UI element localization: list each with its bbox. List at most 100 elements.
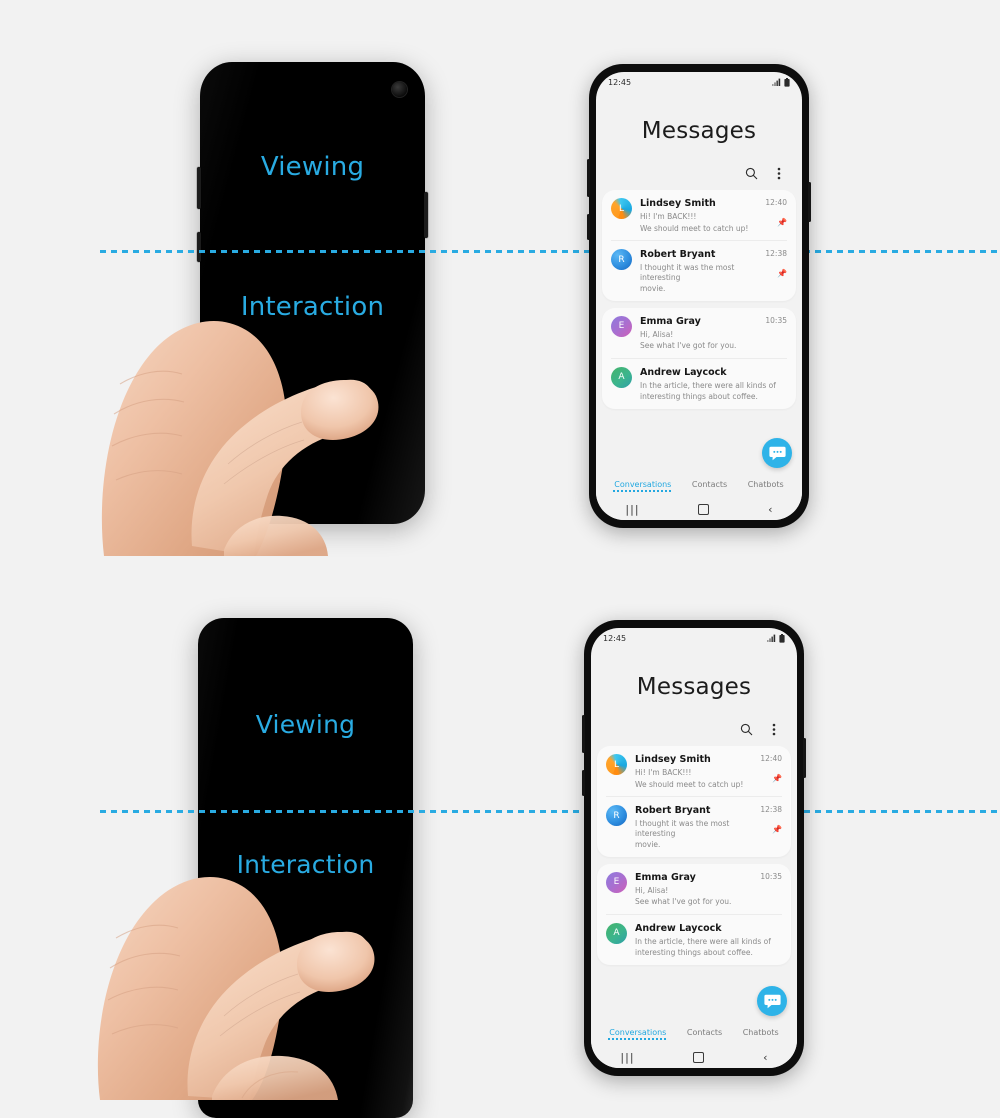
messages-phone-bottom: 12:45 Messages L Lindsey Smith Hi! I'm B… <box>582 620 806 1076</box>
list-item[interactable]: L Lindsey Smith Hi! I'm BACK!!! We shoul… <box>611 190 787 240</box>
list-item[interactable]: R Robert Bryant I thought it was the mos… <box>606 796 782 857</box>
pin-icon: 📌 <box>772 774 782 783</box>
device-power-button-bottom[interactable] <box>803 738 806 778</box>
message-preview-line1: In the article, there were all kinds of <box>635 936 771 946</box>
conversation-list[interactable]: L Lindsey Smith Hi! I'm BACK!!! We shoul… <box>591 746 797 1021</box>
status-icons <box>767 633 785 643</box>
home-button[interactable] <box>698 503 710 515</box>
back-button[interactable]: ‹ <box>768 503 772 516</box>
list-item[interactable]: R Robert Bryant I thought it was the mos… <box>611 240 787 301</box>
message-preview-line1: Hi! I'm BACK!!! <box>635 768 692 777</box>
power-button[interactable] <box>424 192 428 238</box>
list-item[interactable]: L Lindsey Smith Hi! I'm BACK!!! We shoul… <box>606 746 782 796</box>
new-message-icon[interactable] <box>762 438 792 468</box>
more-options-icon[interactable] <box>772 166 786 180</box>
conversation-group: L Lindsey Smith Hi! I'm BACK!!! We shoul… <box>597 746 791 857</box>
title-actions <box>596 144 802 190</box>
message-time: 10:35 <box>760 871 782 881</box>
status-time: 12:45 <box>603 633 627 643</box>
message-time: 12:38 <box>765 249 787 258</box>
list-item[interactable]: A Andrew Laycock In the article, there w… <box>606 913 782 965</box>
new-message-icon[interactable] <box>757 986 787 1016</box>
message-preview-line2: interesting things about coffee. <box>635 948 753 957</box>
bottom-tabs: Conversations Contacts Chatbots <box>591 1021 797 1046</box>
status-icons <box>772 77 790 87</box>
contact-name: Emma Gray <box>635 871 696 883</box>
pin-icon: 📌 <box>772 825 782 834</box>
system-nav-bar: ||| ‹ <box>596 498 802 520</box>
tab-conversations[interactable]: Conversations <box>608 1028 668 1040</box>
avatar: E <box>611 315 632 337</box>
contact-name: Andrew Laycock <box>635 922 722 934</box>
avatar: A <box>606 922 627 944</box>
device-volume-up-button-bottom[interactable] <box>582 715 585 753</box>
message-preview-line2: movie. <box>640 284 666 293</box>
tab-conversations[interactable]: Conversations <box>613 480 673 492</box>
contact-name: Robert Bryant <box>640 249 716 260</box>
message-preview-line2: See what I've got for you. <box>635 897 732 906</box>
contact-name: Lindsey Smith <box>640 198 716 209</box>
status-time: 12:45 <box>608 77 632 87</box>
signal-bars-icon <box>772 78 781 86</box>
device-power-button-top[interactable] <box>808 182 811 222</box>
title-actions <box>591 700 797 746</box>
messages-phone-top: 12:45 Messages L Lindsey Smith Hi! I'm B… <box>587 64 811 528</box>
message-time: 10:35 <box>765 315 787 325</box>
tab-contacts[interactable]: Contacts <box>692 480 727 492</box>
contact-name: Andrew Laycock <box>640 366 727 378</box>
message-preview-line2: We should meet to catch up! <box>635 779 744 789</box>
tab-contacts[interactable]: Contacts <box>687 1028 722 1040</box>
search-icon[interactable] <box>739 722 753 736</box>
message-preview-line1: I thought it was the most interesting <box>640 263 735 282</box>
home-button[interactable] <box>693 1051 705 1063</box>
tab-chatbots[interactable]: Chatbots <box>748 480 784 492</box>
conversation-group: L Lindsey Smith Hi! I'm BACK!!! We shoul… <box>602 190 796 301</box>
back-button[interactable]: ‹ <box>763 1051 767 1064</box>
list-item[interactable]: E Emma Gray Hi, Alisa! See what I've got… <box>606 864 782 914</box>
viewing-label-top: Viewing <box>260 152 365 182</box>
conversation-group: E Emma Gray Hi, Alisa! See what I've got… <box>597 863 791 965</box>
system-nav-bar: ||| ‹ <box>591 1046 797 1068</box>
recents-button[interactable]: ||| <box>620 1051 634 1064</box>
battery-icon <box>779 633 785 643</box>
message-preview-line1: Hi, Alisa! <box>640 329 674 339</box>
list-item[interactable]: E Emma Gray Hi, Alisa! See what I've got… <box>611 308 787 358</box>
status-bar: 12:45 <box>596 72 802 92</box>
device-volume-up-button-top[interactable] <box>587 159 590 197</box>
message-time: 12:40 <box>765 198 787 207</box>
interaction-label-top: Interaction <box>240 292 385 322</box>
left-phone-bottom: Viewing Interaction <box>198 618 413 1118</box>
avatar: E <box>606 871 627 893</box>
search-icon[interactable] <box>744 166 758 180</box>
device-volume-down-button-bottom[interactable] <box>582 770 585 796</box>
more-options-icon[interactable] <box>767 722 781 736</box>
page-stage: Viewing Interaction 12:45 Messages L Lin… <box>0 0 1000 1118</box>
pin-icon: 📌 <box>777 269 787 278</box>
message-preview-line2: interesting things about coffee. <box>640 392 758 401</box>
avatar: R <box>606 805 627 826</box>
message-time: 12:38 <box>760 805 782 814</box>
contact-name: Lindsey Smith <box>635 754 711 765</box>
recents-button[interactable]: ||| <box>625 503 639 516</box>
page-title: Messages <box>636 674 752 700</box>
message-preview-line1: In the article, there were all kinds of <box>640 380 776 390</box>
battery-icon <box>784 77 790 87</box>
divider-line-top <box>100 250 1000 253</box>
message-preview-line2: We should meet to catch up! <box>640 223 749 233</box>
message-preview-line2: See what I've got for you. <box>640 341 737 350</box>
avatar: A <box>611 366 632 388</box>
bottom-tabs: Conversations Contacts Chatbots <box>596 473 802 498</box>
app-title-area: Messages <box>591 648 797 700</box>
camera-punch-hole-icon <box>392 82 407 97</box>
signal-bars-icon <box>767 634 776 642</box>
avatar: R <box>611 249 632 270</box>
tab-chatbots[interactable]: Chatbots <box>743 1028 779 1040</box>
volume-down-button[interactable] <box>197 232 201 262</box>
avatar: L <box>606 754 627 775</box>
message-preview-line1: I thought it was the most interesting <box>635 819 730 838</box>
left-phone-top: Viewing Interaction <box>197 62 428 524</box>
device-volume-down-button-top[interactable] <box>587 214 590 240</box>
list-item[interactable]: A Andrew Laycock In the article, there w… <box>611 357 787 409</box>
conversation-list[interactable]: L Lindsey Smith Hi! I'm BACK!!! We shoul… <box>596 190 802 473</box>
app-title-area: Messages <box>596 92 802 144</box>
